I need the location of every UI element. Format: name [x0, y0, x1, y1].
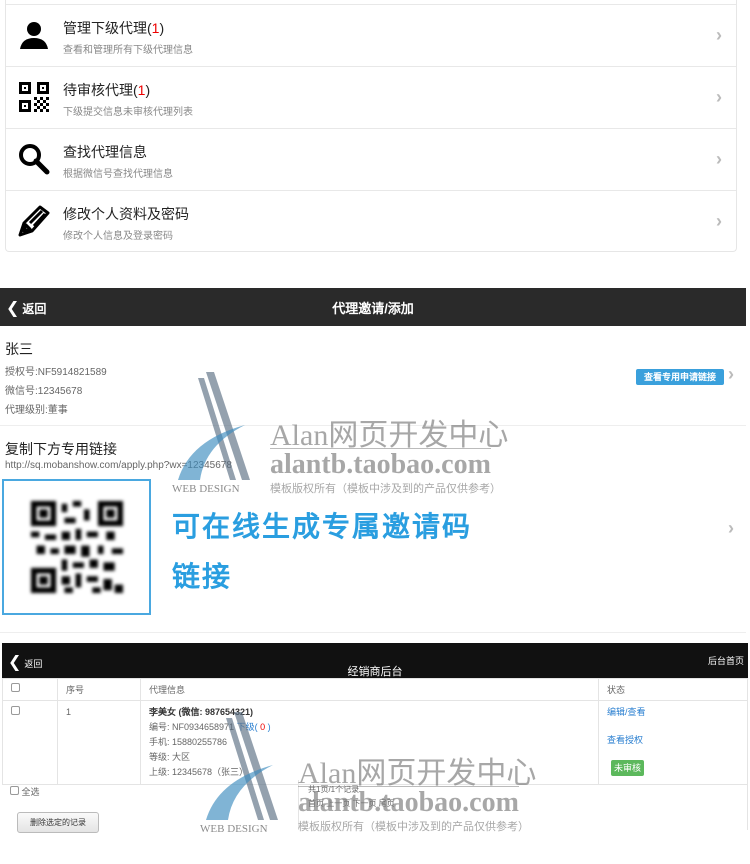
menu-title: 待审核代理	[63, 82, 133, 98]
agent-level: 代理级别:董事	[5, 405, 68, 416]
watermark: WEB DESIGN Alan网页开发中心 alantb.taobao.com …	[170, 370, 530, 500]
menu-subtitle: 下级提交信息未审核代理列表	[63, 107, 193, 118]
chevron-right-icon: ›	[728, 518, 734, 538]
watermark-note: 模板版权所有（模板中涉及到的产品仅供参考）	[270, 483, 501, 495]
page-title: 经销商后台	[347, 666, 403, 678]
col-index: 序号	[57, 678, 141, 701]
menu-title: 查找代理信息	[63, 144, 147, 160]
qrcode-icon	[19, 82, 49, 112]
watermark-logo-icon: WEB DESIGN	[200, 712, 278, 835]
qr-code	[2, 479, 151, 615]
count-badge: 1	[151, 20, 160, 36]
watermark: WEB DESIGN Alan网页开发中心 alantb.taobao.com …	[198, 710, 558, 840]
select-all-label: 全选	[21, 787, 40, 797]
agent-name: 张三	[5, 341, 33, 357]
select-all[interactable]: 全选	[10, 785, 40, 798]
wechat-id: 微信号:12345678	[5, 386, 83, 397]
pen-icon	[18, 205, 50, 237]
chevron-right-icon: ›	[716, 25, 722, 45]
watermark-note: 模板版权所有（模板中涉及到的产品仅供参考）	[298, 821, 529, 833]
col-agent-info: 代理信息	[140, 678, 599, 701]
edit-view-link[interactable]: 编辑/查看	[607, 705, 739, 719]
watermark-url: alantb.taobao.com	[270, 448, 491, 480]
select-all-checkbox[interactable]	[10, 786, 19, 795]
menu-title: 修改个人资料及密码	[63, 206, 189, 222]
menu-subtitle: 修改个人信息及登录密码	[63, 231, 173, 242]
menu-title: 管理下级代理	[63, 20, 147, 36]
delete-selected-button[interactable]: 删除选定的记录	[17, 812, 99, 833]
menu-item-search-agent[interactable]: 查找代理信息 根据微信号查找代理信息 ›	[6, 128, 736, 190]
menu-subtitle: 根据微信号查找代理信息	[63, 169, 173, 180]
svg-text:WEB DESIGN: WEB DESIGN	[200, 823, 268, 835]
promo-text-2: 链接	[172, 561, 233, 592]
menu-item-pending-agents[interactable]: 待审核代理(1) 下级提交信息未审核代理列表 ›	[6, 66, 736, 128]
menu-subtitle: 查看和管理所有下级代理信息	[63, 45, 193, 56]
auth-number: 授权号:NF5914821589	[5, 367, 107, 378]
menu-item-edit-profile[interactable]: 修改个人资料及密码 修改个人信息及登录密码 ›	[6, 190, 736, 252]
count-badge: 1	[137, 82, 146, 98]
view-auth-link[interactable]: 查看授权	[607, 733, 739, 747]
search-icon	[19, 144, 50, 175]
promo-text: 可在线生成专属邀请码	[172, 511, 473, 542]
menu-item-manage-agents[interactable]: 管理下级代理(1) 查看和管理所有下级代理信息 ›	[6, 4, 736, 66]
table-header: 序号 代理信息 状态	[2, 678, 748, 701]
divider	[0, 632, 746, 633]
invite-header: ❮ 返回 代理邀请/添加	[0, 288, 746, 326]
user-icon	[20, 22, 48, 49]
svg-text:WEB DESIGN: WEB DESIGN	[172, 483, 240, 495]
status-badge: 未审核	[611, 760, 645, 776]
watermark-text: Alan网页开发中心	[298, 757, 537, 790]
agent-menu: 管理下级代理(1) 查看和管理所有下级代理信息 › 待审核代理(1) 下级提交信…	[5, 0, 737, 252]
watermark-text: Alan网页开发中心	[270, 419, 509, 452]
chevron-right-icon: ›	[716, 87, 722, 107]
col-status: 状态	[598, 678, 748, 701]
watermark-url: alantb.taobao.com	[298, 786, 519, 818]
chevron-right-icon: ›	[716, 149, 722, 169]
dealer-header: ❮ 返回 经销商后台 后台首页	[2, 643, 748, 678]
select-all-checkbox-header[interactable]	[11, 683, 20, 692]
row-checkbox[interactable]	[11, 706, 20, 715]
page-title: 代理邀请/添加	[332, 301, 414, 316]
view-link-button[interactable]: 查看专用申请链接	[636, 369, 724, 385]
qrcode-icon	[31, 501, 123, 593]
row-index: 1	[57, 700, 141, 785]
chevron-right-icon: ›	[728, 364, 734, 384]
chevron-right-icon: ›	[716, 211, 722, 231]
watermark-logo-icon: WEB DESIGN	[172, 372, 250, 495]
admin-home-link[interactable]: 后台首页	[708, 654, 744, 667]
copy-heading: 复制下方专用链接	[5, 441, 117, 457]
